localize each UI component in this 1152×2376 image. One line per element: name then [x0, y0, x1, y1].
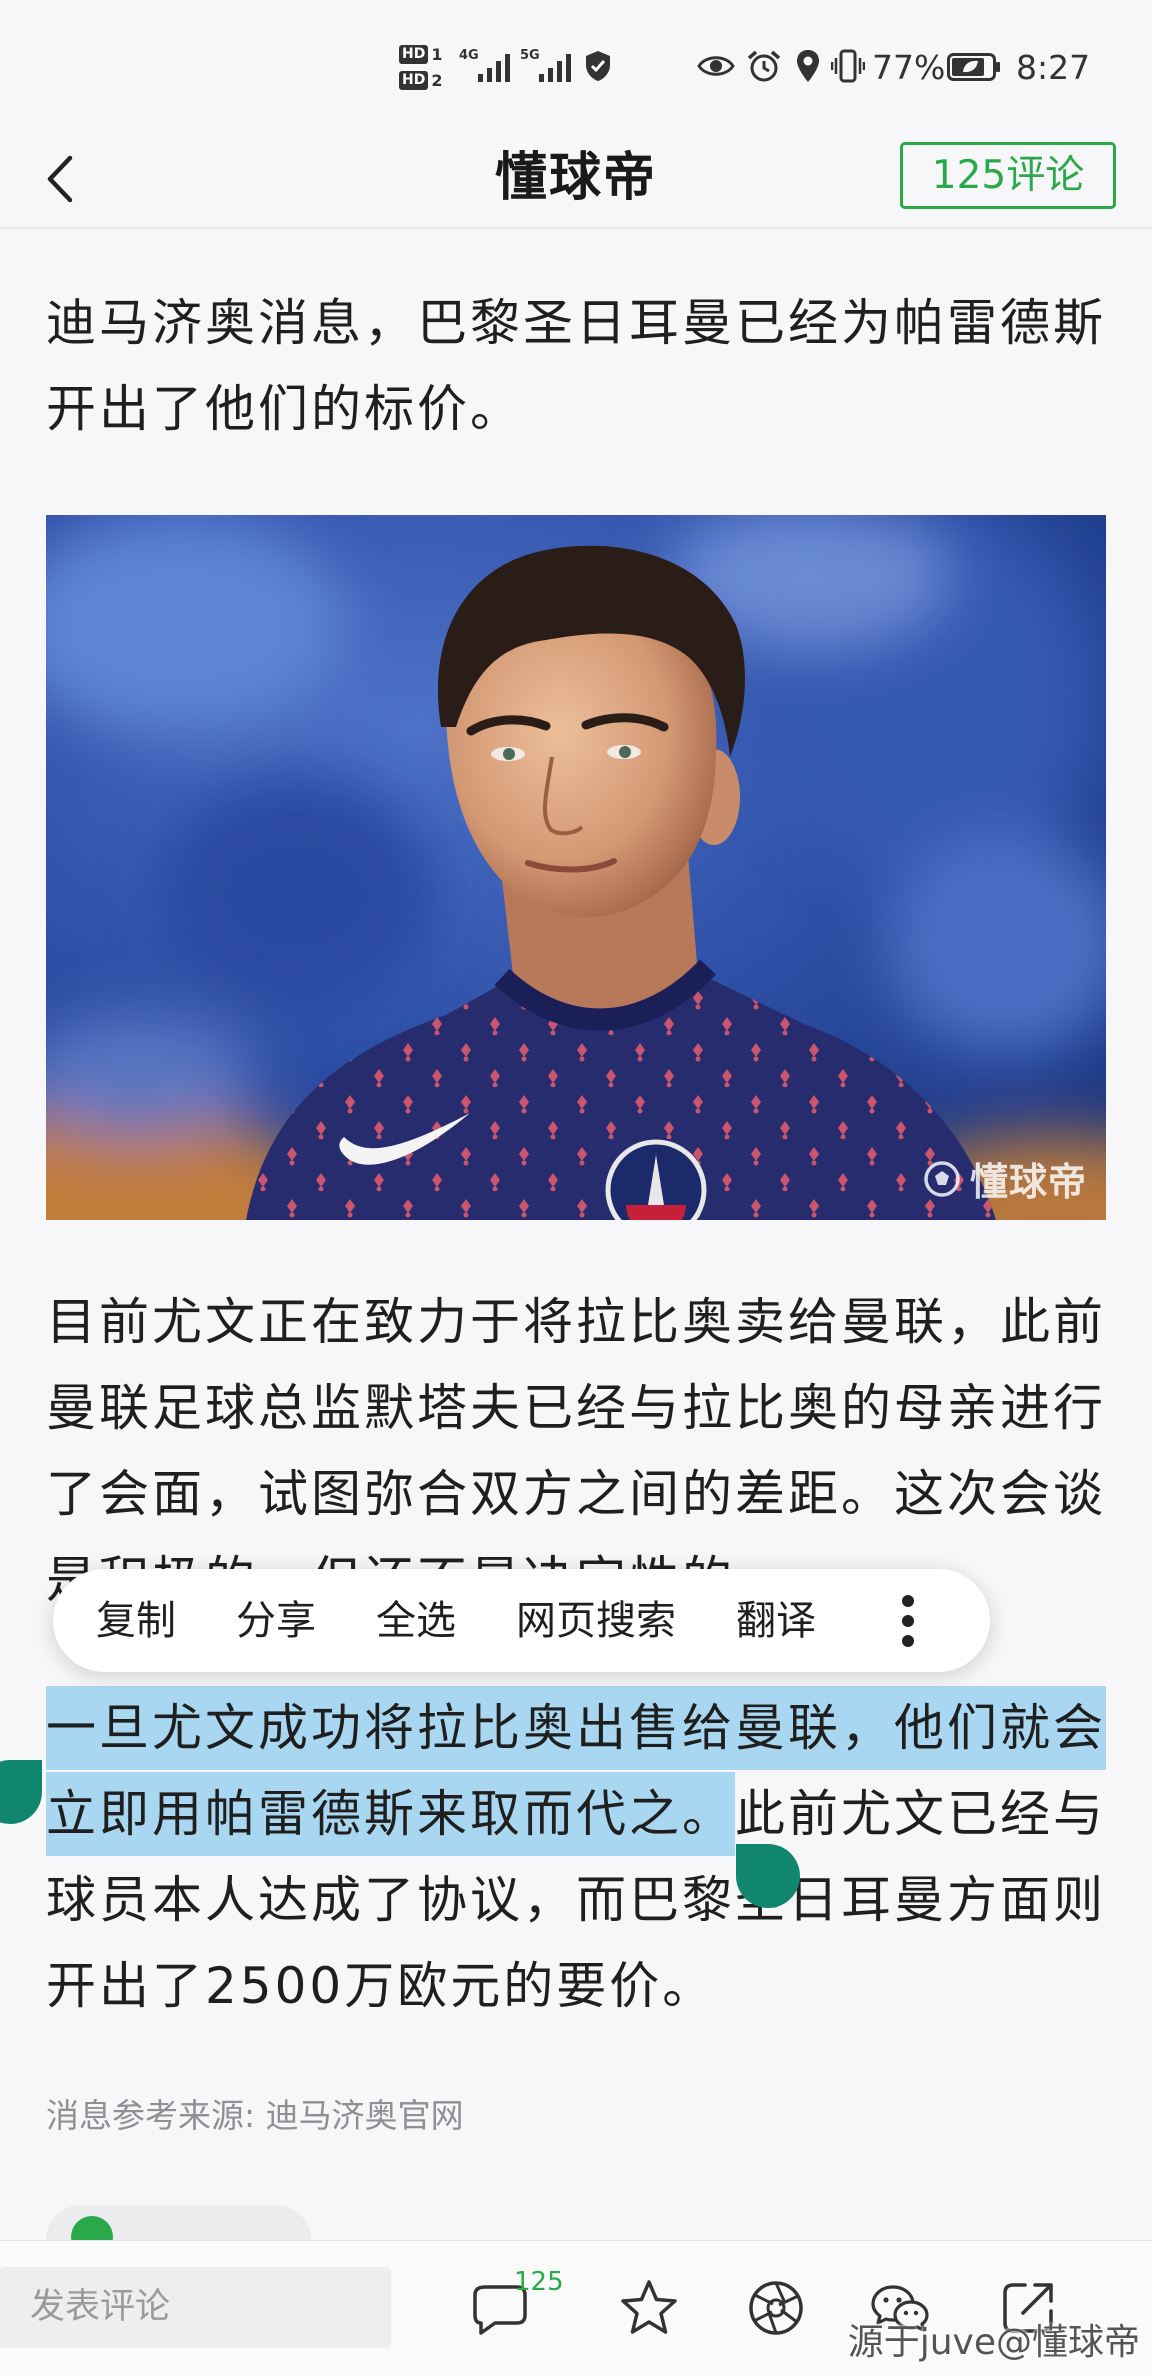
vibrate-icon [831, 49, 865, 83]
star-icon[interactable] [618, 2277, 680, 2339]
network-type-1: 4G [459, 48, 479, 63]
battery-percent: 77% [872, 48, 946, 87]
sim-card-1: HD 1 [399, 43, 442, 65]
text-selection-menu: 复制 分享 全选 网页搜索 翻译 [53, 1569, 990, 1672]
article-paragraph-intro: 迪马济奥消息，巴黎圣日耳曼已经为帕雷德斯开出了他们的标价。 [46, 294, 1106, 438]
sim-badge: HD [399, 70, 429, 90]
network-type-2: 5G [520, 48, 540, 63]
comment-count-badge: 125 [514, 2267, 564, 2297]
sim-badge: HD [399, 44, 429, 64]
aperture-icon[interactable] [745, 2277, 807, 2339]
eye-icon [697, 56, 735, 76]
comment-input[interactable]: 发表评论 [0, 2267, 391, 2348]
menu-item-translate[interactable]: 翻译 [736, 1596, 816, 1646]
article-source: 消息参考来源: 迪马济奥官网 [46, 2096, 464, 2135]
more-vertical-icon[interactable] [901, 1594, 915, 1648]
source-watermark: 源于juve@懂球帝 [847, 2322, 1140, 2363]
status-bar: HD 1 HD 2 4G 5G 77% 8:27 [0, 0, 1152, 130]
article-photo[interactable]: 懂球帝 [46, 515, 1106, 1220]
photo-watermark: 懂球帝 [922, 1151, 1087, 1206]
sim-card-2: HD 2 [399, 69, 442, 91]
signal-5g-icon [539, 54, 571, 82]
menu-item-copy[interactable]: 复制 [96, 1596, 176, 1646]
signal-4g-icon [478, 54, 510, 82]
alarm-icon [747, 50, 781, 82]
player-photo [46, 515, 1106, 1220]
article-header: 懂球帝 125评论 [0, 130, 1152, 229]
photo-watermark-text: 懂球帝 [969, 1160, 1087, 1204]
menu-item-share[interactable]: 分享 [236, 1596, 316, 1646]
battery-saver-icon [947, 53, 1000, 81]
shield-check-icon [586, 51, 610, 81]
selection-end-handle[interactable] [736, 1844, 800, 1908]
location-icon [797, 50, 819, 82]
comments-button[interactable]: 125评论 [900, 142, 1116, 209]
sim-slot: 1 [431, 44, 443, 64]
article-paragraph-selected: 一旦尤文成功将拉比奥出售给曼联，他们就会立即用帕雷德斯来取而代之。此前尤文已经与… [46, 1685, 1112, 2029]
menu-item-select-all[interactable]: 全选 [376, 1596, 456, 1646]
selection-start-handle[interactable] [0, 1760, 42, 1824]
bottom-action-bar: 发表评论 125 源于juve@懂球帝 [0, 2240, 1152, 2376]
clock-time: 8:27 [1016, 48, 1091, 87]
menu-item-web-search[interactable]: 网页搜索 [516, 1596, 676, 1646]
sim-slot: 2 [431, 70, 443, 90]
dongqiudi-logo-icon [924, 1160, 960, 1197]
